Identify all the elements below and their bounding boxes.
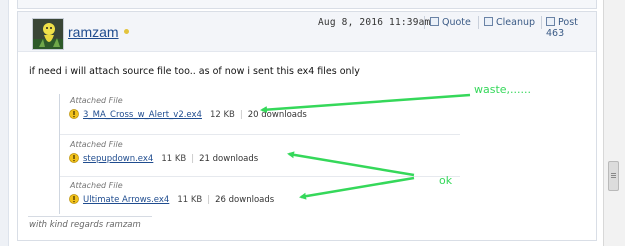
warning-icon: [69, 194, 79, 204]
attachment-downloads: 26 downloads: [215, 195, 275, 205]
attachment-size: 12 KB: [209, 110, 235, 120]
quote-label: Quote: [442, 17, 471, 28]
forum-page: ramzam Aug 8, 2016 11:39am Quote Cleanup…: [0, 0, 625, 246]
attachment-downloads: 21 downloads: [199, 154, 259, 164]
annotation-waste: waste,......: [474, 83, 532, 96]
attachments-list: Attached File 3_MA_Cross_w_Alert_v2.ex4 1…: [59, 94, 479, 214]
attachment-divider: [60, 176, 460, 177]
attachment-divider: [60, 134, 460, 135]
header-divider: [424, 16, 425, 29]
online-status-icon: [124, 29, 129, 34]
attachment-link[interactable]: stepupdown.ex4: [83, 154, 153, 164]
attachment-row: Ultimate Arrows.ex4 11 KB | 26 downloads: [69, 194, 274, 205]
header-divider: [478, 16, 479, 29]
attachment-item: Attached File 3_MA_Cross_w_Alert_v2.ex4 1…: [60, 94, 460, 130]
attachment-downloads: 20 downloads: [247, 110, 307, 120]
post-link-icon: [546, 17, 555, 26]
meta-separator: |: [191, 154, 195, 164]
username-link[interactable]: ramzam: [68, 24, 119, 40]
attachment-label: Attached File: [70, 140, 123, 149]
attachment-row: stepupdown.ex4 11 KB | 21 downloads: [69, 153, 258, 164]
attachment-label: Attached File: [70, 96, 123, 105]
cleanup-button[interactable]: Cleanup: [484, 17, 535, 28]
attachment-item: Attached File stepupdown.ex4 11 KB | 21 dow…: [60, 138, 460, 174]
previous-post-bottom: [17, 0, 597, 9]
meta-separator: |: [207, 195, 211, 205]
forum-post: ramzam Aug 8, 2016 11:39am Quote Cleanup…: [17, 11, 597, 241]
header-divider: [541, 16, 542, 29]
avatar-image: [33, 19, 63, 49]
scrollbar-thumb[interactable]: [608, 161, 619, 191]
signature: with kind regards ramzam: [29, 220, 141, 230]
attachment-row: 3_MA_Cross_w_Alert_v2.ex4 12 KB | 20 downlo…: [69, 109, 307, 120]
post-header: ramzam Aug 8, 2016 11:39am Quote Cleanup…: [18, 12, 596, 52]
warning-icon: [69, 109, 79, 119]
cleanup-label: Cleanup: [496, 17, 536, 28]
cleanup-icon: [484, 17, 493, 26]
signature-divider: [28, 216, 152, 217]
attachment-size: 11 KB: [161, 154, 187, 164]
warning-icon: [69, 153, 79, 163]
post-number-link[interactable]: Post 463: [546, 17, 596, 39]
left-page-margin: [0, 0, 9, 246]
avatar[interactable]: [32, 18, 64, 50]
annotation-ok: ok: [439, 174, 453, 187]
quote-icon: [430, 17, 439, 26]
attachment-item: Attached File Ultimate Arrows.ex4 11 KB | 2…: [60, 179, 460, 215]
attachment-link[interactable]: Ultimate Arrows.ex4: [83, 195, 169, 205]
attachment-link[interactable]: 3_MA_Cross_w_Alert_v2.ex4: [83, 110, 202, 120]
quote-button[interactable]: Quote: [430, 17, 471, 28]
post-message: if need i will attach source file too.. …: [29, 66, 360, 77]
post-date: Aug 8, 2016 11:39am: [318, 17, 431, 28]
attachment-label: Attached File: [70, 181, 123, 190]
vertical-scrollbar[interactable]: [603, 0, 625, 246]
meta-separator: |: [239, 110, 243, 120]
attachment-size: 11 KB: [177, 195, 203, 205]
